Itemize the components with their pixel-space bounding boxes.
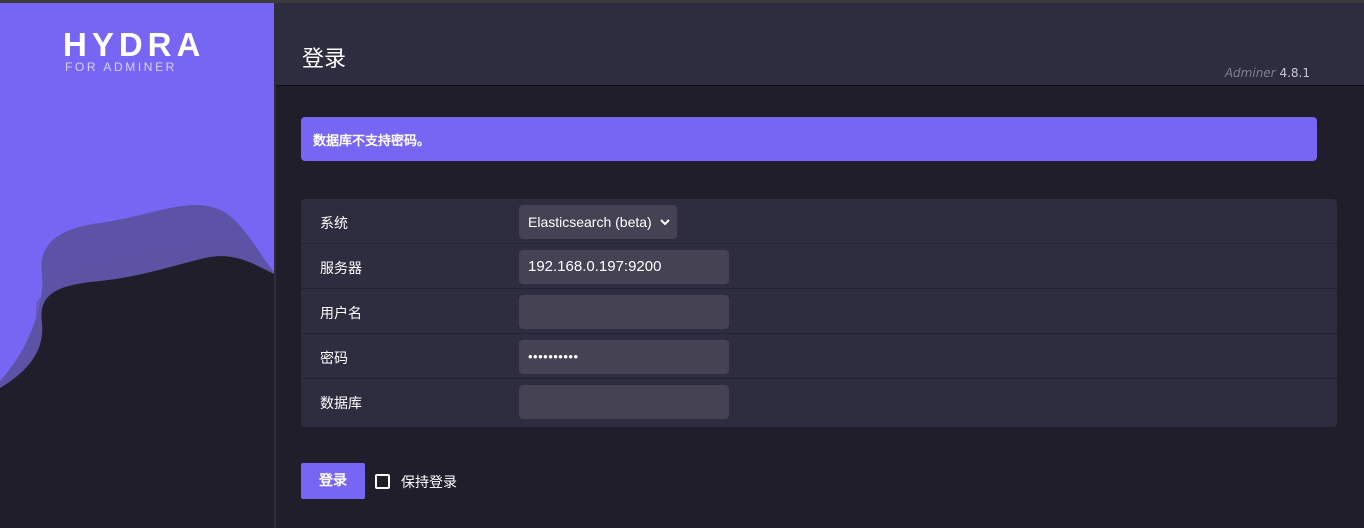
database-label: 数据库 <box>320 396 362 412</box>
sidebar-wave-decoration <box>0 205 274 528</box>
page-title: 登录 <box>302 47 347 72</box>
server-label: 服务器 <box>320 261 362 277</box>
app-name[interactable]: Adminer <box>1225 66 1276 80</box>
page-header: 登录 Adminer 4.8.1 <box>276 3 1364 86</box>
system-select[interactable]: Elasticsearch (beta) <box>519 205 677 239</box>
form-row-password: 密码 •••••••••• <box>301 334 1337 379</box>
logo-title: HYDRA <box>63 26 206 63</box>
login-button[interactable]: 登录 <box>301 463 365 499</box>
sidebar: HYDRA FOR ADMINER <box>0 3 274 528</box>
remember-login-label[interactable]: 保持登录 <box>401 472 457 492</box>
system-select-value: Elasticsearch (beta) <box>528 214 652 230</box>
system-label: 系统 <box>320 216 348 232</box>
remember-login-checkbox[interactable] <box>375 474 390 489</box>
error-message: 数据库不支持密码。 <box>301 117 1317 161</box>
password-input[interactable]: •••••••••• <box>519 340 729 374</box>
form-row-username: 用户名 <box>301 289 1337 334</box>
version-info: Adminer 4.8.1 <box>1225 66 1310 80</box>
form-row-system: 系统 Elasticsearch (beta) <box>301 199 1337 244</box>
server-input[interactable]: 192.168.0.197:9200 <box>519 250 729 284</box>
password-label: 密码 <box>320 351 348 367</box>
username-label: 用户名 <box>320 306 362 322</box>
version-number: 4.8.1 <box>1279 66 1310 80</box>
form-row-database: 数据库 <box>301 379 1337 424</box>
form-row-server: 服务器 192.168.0.197:9200 <box>301 244 1337 289</box>
login-form: 系统 Elasticsearch (beta) 服务器 192.168.0.19… <box>301 199 1337 427</box>
hydra-logo[interactable]: HYDRA FOR ADMINER <box>63 26 213 75</box>
username-input[interactable] <box>519 295 729 329</box>
database-input[interactable] <box>519 385 729 419</box>
